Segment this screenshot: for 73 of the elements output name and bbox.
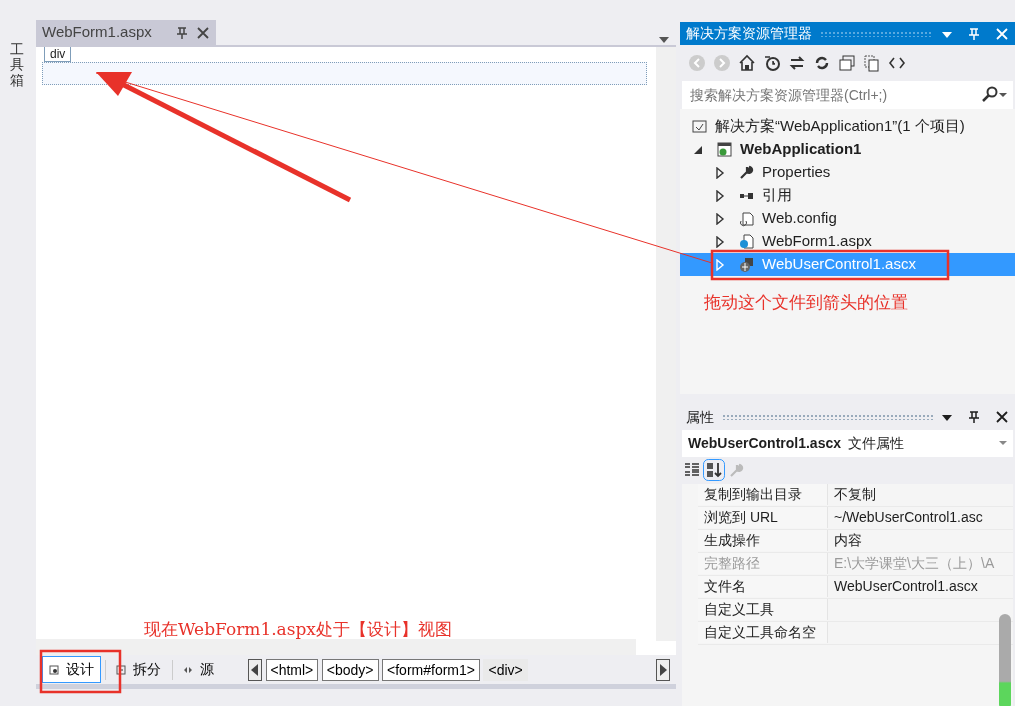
dropdown-icon (999, 91, 1007, 99)
property-value[interactable]: 内容 (828, 530, 1013, 552)
annotation-text: 拖动这个文件到箭头的位置 (703, 291, 909, 314)
toolbox-tab[interactable]: 工具箱 (10, 42, 24, 89)
search-field[interactable]: 搜索解决方案资源管理器(Ctrl+;) (688, 83, 981, 107)
tag-breadcrumb[interactable]: <html> (265, 658, 319, 681)
home-icon (738, 54, 756, 72)
clock-icon (763, 54, 781, 72)
split-icon (116, 664, 126, 675)
config-file-icon (739, 210, 755, 227)
close-icon[interactable] (196, 25, 210, 40)
tab-title: WebForm1.aspx (42, 22, 152, 43)
tree-item[interactable]: 引用 (680, 184, 1015, 207)
view-tab[interactable]: 拆分 (109, 656, 168, 683)
search-icon (981, 86, 999, 104)
toolbar-button[interactable] (763, 54, 781, 72)
document-tab[interactable]: WebForm1.aspx (36, 20, 216, 45)
sort-button[interactable] (703, 459, 725, 482)
property-value[interactable]: ~/WebUserControl1.asc (828, 507, 1013, 529)
user-control-icon (739, 256, 755, 273)
web-file-icon (739, 233, 755, 250)
object-name: WebUserControl1.ascx (688, 433, 841, 453)
tag-breadcrumb[interactable]: <body> (321, 658, 379, 681)
property-value[interactable]: WebUserControl1.ascx (828, 576, 1013, 598)
tree-item[interactable]: WebForm1.aspx (680, 230, 1015, 253)
toolbar-button[interactable] (738, 54, 756, 72)
sync-icon (788, 54, 806, 72)
tree-item[interactable]: 解决方案“WebApplication1”(1 个项目) (680, 115, 1015, 138)
collapse-icon (838, 54, 856, 72)
forward-icon (713, 54, 731, 72)
tag-breadcrumb[interactable]: <div> (483, 658, 528, 681)
design-icon (49, 664, 59, 675)
div-element[interactable] (42, 62, 647, 85)
vertical-scrollbar[interactable] (656, 47, 676, 641)
collapsed-arrow-icon[interactable] (714, 166, 726, 179)
search-box[interactable]: 搜索解决方案资源管理器(Ctrl+;) (682, 81, 1013, 109)
pin-icon[interactable] (967, 410, 981, 424)
collapsed-arrow-icon[interactable] (714, 235, 726, 248)
panel-title: 解决方案资源管理器 (686, 24, 812, 43)
scroll-right-button[interactable] (656, 658, 670, 681)
wrench-icon (728, 462, 745, 479)
collapsed-arrow-icon[interactable] (714, 189, 726, 202)
source-icon (183, 664, 193, 675)
scroll-left-button[interactable] (248, 658, 262, 681)
tag-breadcrumb[interactable]: <form#form1> (382, 658, 480, 681)
collapsed-arrow-icon[interactable] (714, 212, 726, 225)
toolbar-button[interactable] (813, 54, 831, 72)
element-tag-label: div (44, 47, 72, 62)
tree-item[interactable]: WebApplication1 (680, 138, 1015, 161)
right-arrow-icon (659, 663, 667, 676)
toolbar-button[interactable] (863, 54, 881, 72)
toolbar-button[interactable] (838, 54, 856, 72)
property-value[interactable]: 不复制 (828, 484, 1013, 506)
toolbar-button[interactable] (788, 54, 806, 72)
tree-item[interactable]: Web.config (680, 207, 1015, 230)
wrench-icon (739, 164, 755, 181)
view-tab[interactable]: 设计 (42, 656, 101, 683)
copy-icon (863, 54, 881, 72)
view-tab[interactable]: 源 (176, 656, 221, 683)
annotation-text: 现在WebForm1.aspx处于【设计】视图 (144, 618, 452, 641)
refresh-icon (813, 54, 831, 72)
object-selector[interactable]: WebUserControl1.ascx 文件属性 (682, 430, 1013, 457)
pin-icon[interactable] (175, 25, 189, 40)
solution-icon (692, 118, 708, 135)
project-icon (717, 141, 733, 158)
panel-title: 属性 (686, 407, 714, 427)
object-type: 文件属性 (848, 433, 904, 453)
categorized-icon[interactable] (683, 462, 700, 479)
scrollbar-thumb[interactable] (999, 613, 1011, 706)
back-icon (688, 54, 706, 72)
close-icon[interactable] (995, 410, 1009, 424)
tree-item[interactable]: Properties (680, 161, 1015, 184)
left-arrow-icon (251, 663, 259, 676)
